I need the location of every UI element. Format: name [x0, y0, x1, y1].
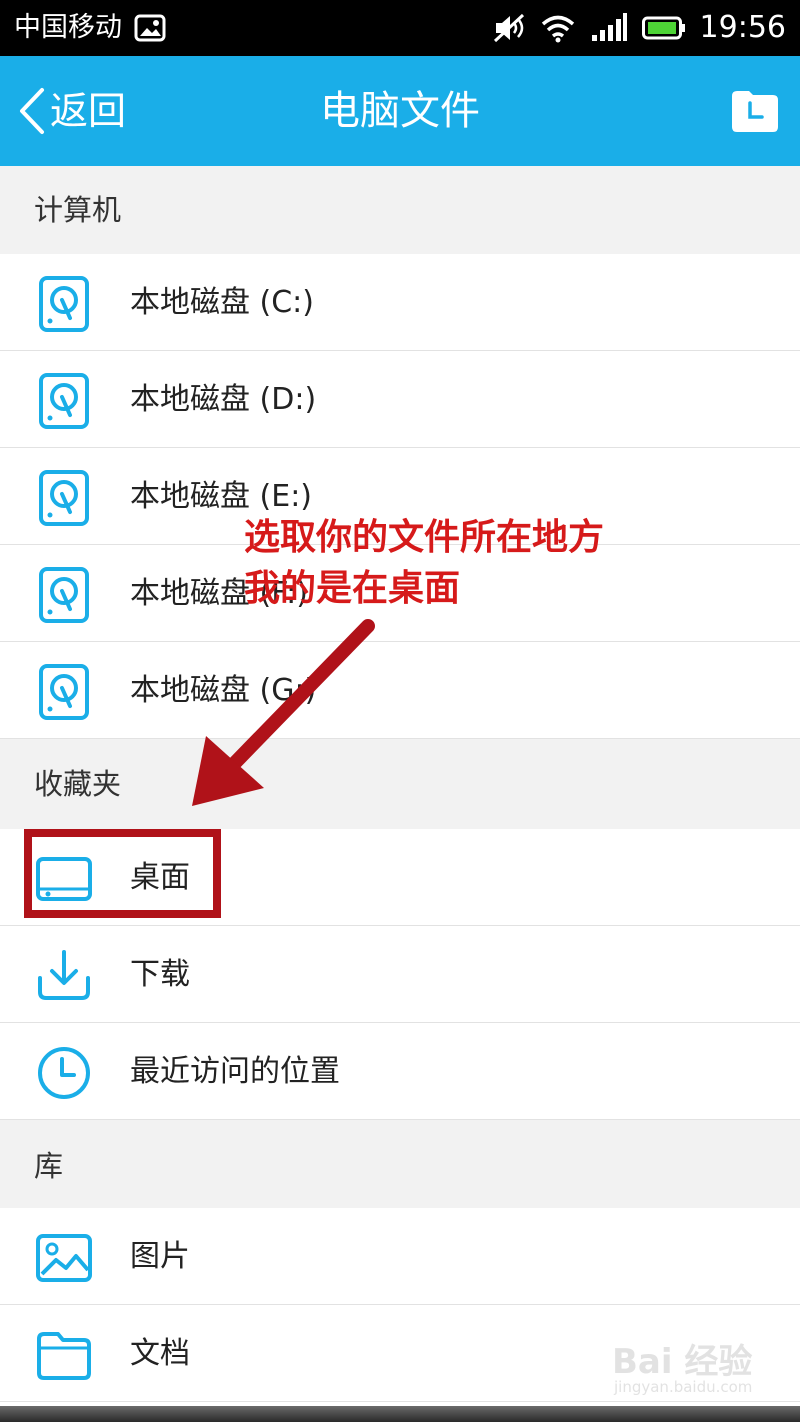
watermark-url: jingyan.baidu.com [614, 1378, 753, 1396]
annotation-line-1: 选取你的文件所在地方 [244, 517, 605, 558]
clock-icon [38, 1047, 90, 1099]
list-item-disk-d[interactable]: 本地磁盘 (D:) [0, 351, 800, 448]
list-item-label: 本地磁盘 (D:) [130, 382, 317, 417]
hard-disk-icon [39, 567, 89, 623]
back-button[interactable]: 返回 [16, 78, 126, 144]
section-header-computer: 计算机 [0, 166, 800, 254]
picture-icon [36, 1234, 92, 1282]
section-title: 计算机 [34, 193, 122, 227]
annotation-highlight-box [24, 829, 221, 918]
list-item-recent[interactable]: 最近访问的位置 [0, 1023, 800, 1120]
section-header-favorites: 收藏夹 [0, 739, 800, 829]
history-icon[interactable] [728, 86, 782, 136]
hard-disk-icon [39, 470, 89, 526]
title-bar: 返回 电脑文件 [0, 56, 800, 166]
image-notification-icon [134, 14, 166, 42]
signal-icon [591, 13, 627, 41]
carrier-name: 中国移动 [14, 12, 122, 43]
hard-disk-icon [39, 664, 89, 720]
section-title: 收藏夹 [34, 767, 122, 801]
baidu-watermark-logo: Bai 经验 jingyan.baidu.com [612, 1334, 762, 1404]
bottom-edge [0, 1406, 800, 1422]
chevron-left-icon [20, 88, 44, 134]
list-item-pictures[interactable]: 图片 [0, 1208, 800, 1305]
clock-time: 19:56 [699, 10, 786, 45]
list-item-label: 文档 [130, 1336, 190, 1371]
list-item-label: 图片 [130, 1239, 190, 1274]
hard-disk-icon [39, 373, 89, 429]
folder-icon [37, 1332, 91, 1380]
list-item-label: 最近访问的位置 [130, 1054, 340, 1089]
wifi-icon [541, 15, 574, 43]
hard-disk-icon [39, 276, 89, 332]
back-label: 返回 [50, 89, 127, 133]
list-item-label: 下载 [130, 957, 190, 992]
list-item-disk-g[interactable]: 本地磁盘 (G:) [0, 642, 800, 739]
section-header-library: 库 [0, 1120, 800, 1208]
watermark-brand: Bai 经验 [612, 1342, 753, 1382]
status-bar: 中国移动 19:56 [0, 0, 800, 56]
section-title: 库 [34, 1149, 64, 1183]
annotation-arrow-icon [192, 619, 375, 806]
battery-icon [641, 16, 685, 40]
annotation-line-2: 我的是在桌面 [244, 568, 461, 609]
download-icon [38, 950, 90, 1000]
list-item-label: 本地磁盘 (C:) [130, 285, 314, 320]
mute-icon [493, 13, 524, 43]
list-item-downloads[interactable]: 下载 [0, 926, 800, 1023]
list-item-disk-c[interactable]: 本地磁盘 (C:) [0, 254, 800, 351]
